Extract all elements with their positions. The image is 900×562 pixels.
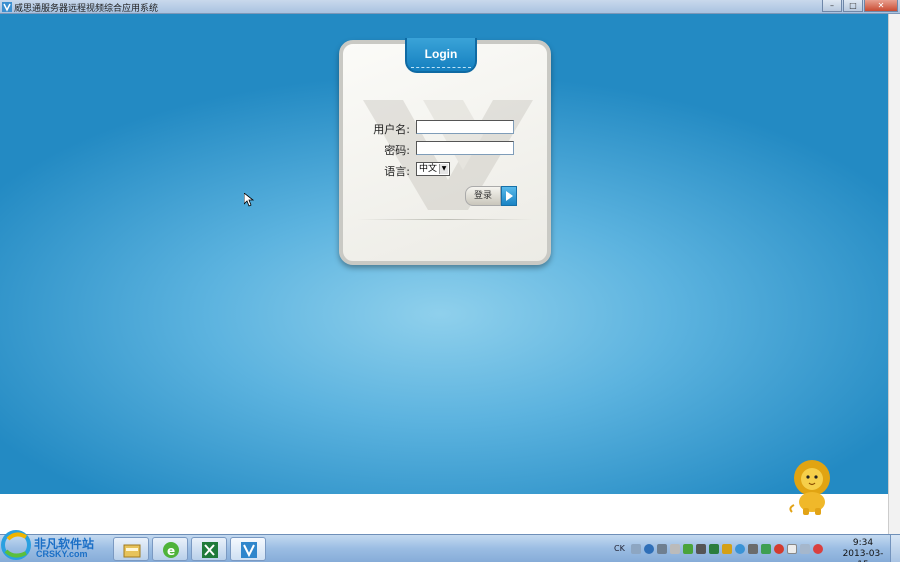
taskbar-excel[interactable]: [191, 537, 227, 561]
input-language-indicator[interactable]: CK: [614, 544, 625, 554]
minimize-button[interactable]: –: [822, 0, 842, 12]
volume-icon[interactable]: [656, 544, 667, 554]
username-row: 用户名:: [343, 120, 547, 136]
password-input[interactable]: [416, 141, 514, 155]
alert-icon[interactable]: [812, 544, 823, 554]
printer-icon[interactable]: [695, 544, 706, 554]
language-row: 语言: 中文 ▼: [343, 162, 547, 178]
login-button-label: 登录: [465, 186, 501, 206]
site-logo-subtext: CRSKY.com: [36, 549, 88, 559]
password-row: 密码:: [343, 141, 547, 157]
ie-browser-icon: e: [163, 542, 179, 558]
divider: [357, 219, 533, 220]
flag-icon[interactable]: [786, 544, 797, 554]
keyboard-icon[interactable]: [630, 544, 641, 554]
usb-icon[interactable]: [669, 544, 680, 554]
chevron-down-icon: ▼: [439, 164, 448, 174]
network-icon[interactable]: [799, 544, 810, 554]
mouse-cursor-icon: [244, 193, 254, 207]
pin-icon[interactable]: [747, 544, 758, 554]
chat-icon[interactable]: [760, 544, 771, 554]
lion-mascot-icon[interactable]: [788, 458, 836, 516]
password-label: 密码:: [384, 144, 410, 157]
svg-text:e: e: [167, 544, 175, 558]
help-icon[interactable]: [643, 544, 654, 554]
excel-icon: [202, 542, 218, 558]
taskbar-remote-video-app[interactable]: [230, 537, 266, 561]
security-icon[interactable]: [682, 544, 693, 554]
file-explorer-icon: [123, 544, 141, 558]
system-tray: CK: [614, 541, 826, 557]
update-icon[interactable]: [721, 544, 732, 554]
arrow-right-icon: [501, 186, 517, 206]
remote-video-app-icon: [241, 542, 257, 558]
username-input[interactable]: [416, 120, 514, 134]
taskbar-clock[interactable]: 9:34 2013-03-15: [838, 538, 888, 562]
language-select[interactable]: 中文 ▼: [416, 162, 450, 176]
clock-date: 2013-03-15: [842, 549, 884, 562]
login-panel: Login 用户名: 密码: 语言: 中文 ▼ 登录: [339, 38, 551, 265]
footer-strip: [0, 494, 888, 534]
username-label: 用户名:: [373, 123, 410, 136]
login-tab: Login: [405, 38, 477, 73]
taskbar-ie-browser[interactable]: e: [152, 537, 188, 561]
window-title: 威思通服务器远程视频综合应用系统: [14, 4, 159, 14]
language-label: 语言:: [384, 165, 410, 178]
show-desktop-button[interactable]: [890, 535, 900, 562]
clock-time: 9:34: [852, 538, 874, 548]
title-bar: 威思通服务器远程视频综合应用系统 – □ ✕: [0, 0, 900, 14]
login-button[interactable]: 登录: [465, 186, 517, 206]
browser-tray-icon[interactable]: [734, 544, 745, 554]
taskbar-file-explorer[interactable]: [113, 537, 149, 561]
app-icon: [2, 2, 12, 12]
vertical-scrollbar[interactable]: [888, 14, 900, 534]
antivirus-icon[interactable]: [708, 544, 719, 554]
language-selected: 中文: [419, 164, 438, 174]
window-controls: – □ ✕: [821, 0, 898, 13]
login-title: Login: [424, 47, 458, 61]
qq-icon[interactable]: [773, 544, 784, 554]
close-button[interactable]: ✕: [864, 0, 898, 12]
maximize-button[interactable]: □: [843, 0, 863, 12]
